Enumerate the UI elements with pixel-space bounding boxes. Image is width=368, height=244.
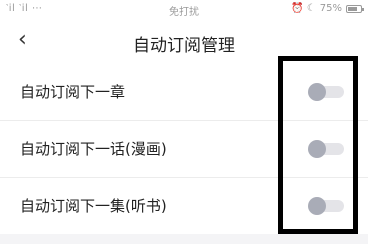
battery-percent: 75% xyxy=(319,3,342,14)
auto-subscribe-audiobook-toggle[interactable] xyxy=(308,195,346,217)
setting-label: 自动订阅下一集(听书) xyxy=(20,197,167,215)
alarm-icon: ⏰ ☾ xyxy=(291,3,316,14)
toggle-knob xyxy=(308,83,326,101)
settings-list: 自动订阅下一章 自动订阅下一话(漫画) 自动订阅下一集(听书) xyxy=(0,64,368,234)
toggle-knob xyxy=(308,197,326,215)
toggle-knob xyxy=(308,140,326,158)
setting-row-next-episode-comic: 自动订阅下一话(漫画) xyxy=(0,121,368,178)
setting-label: 自动订阅下一章 xyxy=(20,83,126,101)
status-bar: ‵il ‵il ⋯ 免打扰 ⏰ ☾ 75% xyxy=(0,0,368,18)
setting-row-next-chapter: 自动订阅下一章 xyxy=(0,64,368,121)
page-title: 自动订阅管理 xyxy=(133,36,235,56)
battery-icon xyxy=(346,4,364,13)
nav-bar: ‹ 自动订阅管理 xyxy=(0,18,368,64)
auto-subscribe-comic-toggle[interactable] xyxy=(308,138,346,160)
setting-label: 自动订阅下一话(漫画) xyxy=(20,140,167,158)
setting-row-next-episode-audiobook: 自动订阅下一集(听书) xyxy=(0,178,368,234)
auto-subscribe-chapter-toggle[interactable] xyxy=(308,81,346,103)
status-right: ⏰ ☾ 75% xyxy=(291,3,364,14)
